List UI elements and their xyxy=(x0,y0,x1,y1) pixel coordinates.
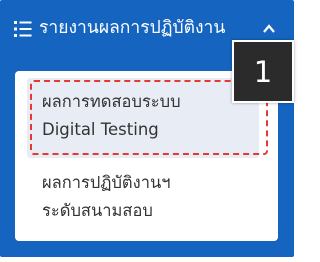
step-number-badge: 1 xyxy=(232,40,294,103)
menu-item-digital-testing[interactable]: ผลการทดสอบระบบ Digital Testing xyxy=(27,78,259,158)
report-panel: รายงานผลการปฏิบัติงาน ผลการทดสอบระบบ Dig… xyxy=(0,0,294,257)
list-icon xyxy=(14,21,32,37)
chevron-up-icon[interactable] xyxy=(262,22,276,36)
menu-item-label: Digital Testing xyxy=(42,120,159,139)
menu-item-label: ผลการทดสอบระบบ xyxy=(42,92,181,111)
menu-item-label: ผลการปฏิบัติงานฯ xyxy=(42,173,171,192)
menu-item-exam-site-performance[interactable]: ผลการปฏิบัติงานฯ ระดับสนามสอบ xyxy=(27,163,259,235)
panel-title: รายงานผลการปฏิบัติงาน xyxy=(39,18,226,38)
menu-item-label: ระดับสนามสอบ xyxy=(42,201,153,220)
